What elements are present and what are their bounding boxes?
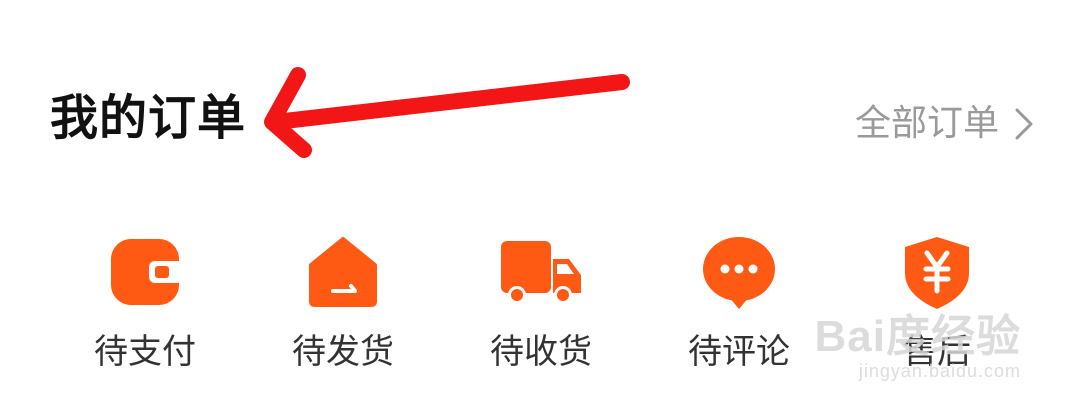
annotation-arrow: [264, 67, 630, 158]
status-label: 待发货: [292, 332, 394, 372]
status-label: 待支付: [94, 332, 196, 372]
wallet-icon: [111, 239, 183, 305]
status-pending-payment[interactable]: 待支付: [45, 230, 245, 380]
status-pending-shipment[interactable]: 待发货: [243, 230, 443, 380]
comment-bubble-icon: [703, 237, 775, 309]
page-title: 我的订单: [50, 90, 247, 146]
all-orders-label: 全部订单: [854, 103, 999, 144]
status-after-sales[interactable]: 售后: [837, 230, 1037, 380]
status-label: 待收货: [490, 332, 592, 372]
yuan-shield-icon: [905, 237, 969, 309]
delivery-truck-icon: [501, 241, 581, 304]
status-label: 售后: [903, 332, 971, 372]
package-box-icon: [309, 237, 377, 307]
chevron-right-icon: [1015, 108, 1033, 140]
status-pending-review[interactable]: 待评论: [639, 230, 839, 380]
order-status-row: 待支付 待发货 待收货 待评论 售后: [45, 230, 1035, 380]
status-pending-receipt[interactable]: 待收货: [441, 230, 641, 380]
all-orders-link[interactable]: 全部订单: [855, 100, 1035, 148]
status-label: 待评论: [688, 332, 790, 372]
